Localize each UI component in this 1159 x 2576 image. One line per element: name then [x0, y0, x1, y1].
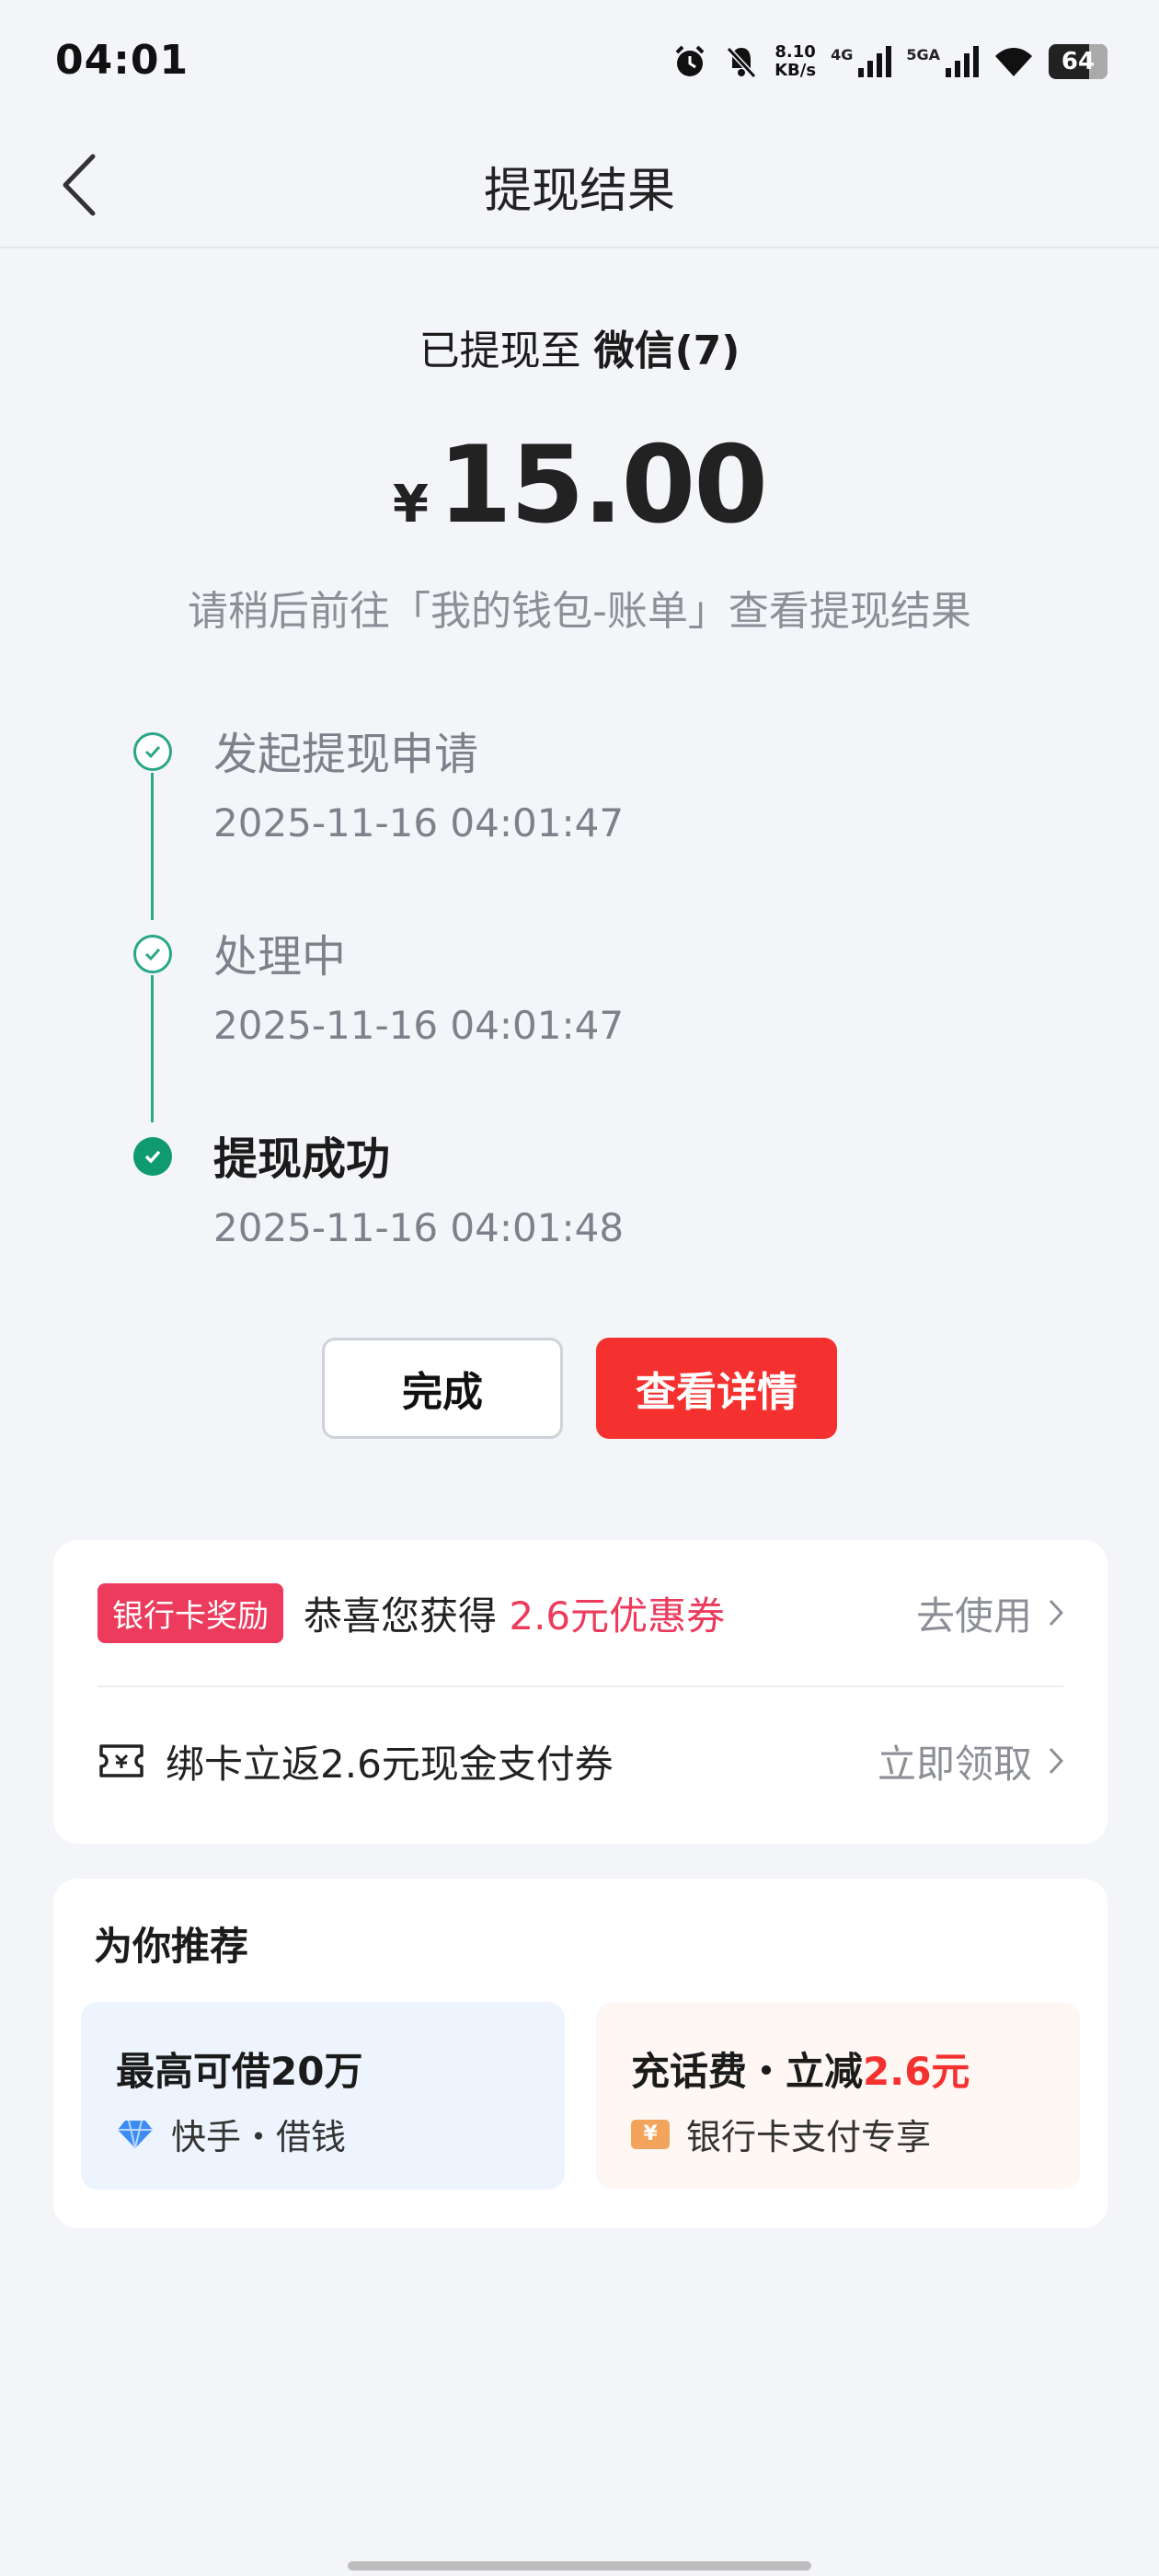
timeline-step: 提现成功 2025-11-16 04:01:48: [129, 1122, 957, 1279]
tile-title-highlight: 2.6元: [863, 2049, 970, 2094]
tile-subtitle-text: 银行卡支付专享: [686, 2117, 932, 2157]
bind-card-text: 绑卡立返2.6元现金支付券: [166, 1741, 614, 1787]
back-arrow-icon: [63, 154, 96, 216]
net-speed: 8.10 KB/s: [775, 43, 816, 80]
ticket-icon: [99, 1744, 143, 1777]
chevron-right-icon: [1049, 1599, 1063, 1627]
claim-link[interactable]: 立即领取: [878, 1733, 1063, 1789]
signal-5ga-icon: 5GA: [906, 46, 979, 77]
step-title: 提现成功: [213, 1133, 391, 1185]
step-time: 2025-11-16 04:01:47: [213, 1003, 625, 1048]
reward-tag: 银行卡奖励: [98, 1582, 283, 1643]
use-coupon-link[interactable]: 去使用: [916, 1585, 1063, 1641]
check-icon: [133, 935, 172, 973]
tile-subtitle-text: 快手・借钱: [171, 2117, 347, 2157]
step-time: 2025-11-16 04:01:48: [213, 1205, 625, 1250]
signal-4g-label: 4G: [831, 46, 854, 63]
signal-5ga-label: 5GA: [906, 46, 940, 63]
back-button[interactable]: [37, 144, 120, 226]
check-icon: [133, 732, 172, 771]
battery-icon: 64: [1049, 44, 1107, 79]
use-coupon-label: 去使用: [915, 1593, 1032, 1639]
progress-timeline: 发起提现申请 2025-11-16 04:01:47 处理中 2025-11-1…: [129, 718, 957, 1270]
bind-card-row[interactable]: 绑卡立返2.6元现金支付券 立即领取: [98, 1687, 1063, 1834]
alarm-icon: [675, 45, 705, 76]
reward-text: 恭喜您获得 2.6元优惠券: [304, 1585, 725, 1641]
timeline-step: 发起提现申请 2025-11-16 04:01:47: [129, 718, 957, 874]
coupon-reward-row[interactable]: 银行卡奖励 恭喜您获得 2.6元优惠券 去使用: [98, 1540, 1063, 1687]
amount-value: 15.00: [438, 423, 768, 547]
action-buttons: 完成 查看详情: [0, 1338, 1159, 1439]
status-bar: 04:01 8.10 KB/s 4G 5GA 64: [0, 0, 1159, 123]
step-title: 处理中: [213, 931, 347, 983]
nav-bar: 提现结果: [0, 123, 1159, 248]
status-icons: 8.10 KB/s 4G 5GA 64: [671, 39, 1107, 85]
tile-title: 最高可借20万: [116, 2049, 363, 2094]
done-button[interactable]: 完成: [322, 1338, 563, 1439]
step-title: 发起提现申请: [213, 729, 479, 780]
tile-title: 充话费・立减2.6元: [631, 2041, 970, 2097]
net-speed-unit: KB/s: [775, 61, 817, 80]
coupon-icon: ¥: [631, 2119, 670, 2149]
mute-bell-icon: [726, 46, 757, 79]
tile-title-prefix: 充话费・立减: [631, 2049, 864, 2094]
status-time: 04:01: [55, 37, 189, 84]
home-indicator[interactable]: [348, 2561, 811, 2570]
chevron-right-icon: [1049, 1747, 1063, 1775]
loan-tile[interactable]: 最高可借20万 快手・借钱: [81, 2002, 565, 2190]
timeline-step: 处理中 2025-11-16 04:01:47: [129, 920, 957, 1076]
reward-amount: 2.6元优惠券: [509, 1593, 726, 1639]
destination-account: 微信(7): [593, 328, 740, 374]
check-filled-icon: [133, 1137, 172, 1176]
destination-prefix: 已提现至: [419, 328, 594, 374]
battery-level: 64: [1061, 48, 1096, 75]
result-hint: 请稍后前往「我的钱包-账单」查看提现结果: [188, 588, 971, 635]
signal-4g-icon: 4G: [831, 46, 892, 77]
reward-card: 银行卡奖励 恭喜您获得 2.6元优惠券 去使用 绑卡立返2.6元现金支付券 立即…: [53, 1540, 1107, 1844]
step-time: 2025-11-16 04:01:47: [213, 800, 625, 845]
phone-bill-tile[interactable]: 充话费・立减2.6元 ¥ 银行卡支付专享: [596, 2002, 1080, 2190]
withdraw-amount: ¥ 15.00: [0, 432, 1159, 539]
withdraw-destination: 已提现至 微信(7): [0, 317, 1159, 376]
recommend-card: 为你推荐 最高可借20万 快手・借钱 充话费・立减2.6元 ¥ 银行卡支付专享: [53, 1879, 1107, 2228]
wifi-icon: [995, 48, 1032, 76]
recommend-title: 为你推荐: [94, 1924, 249, 1969]
currency-symbol: ¥: [393, 475, 430, 535]
reward-text-prefix: 恭喜您获得: [304, 1593, 510, 1639]
net-speed-value: 8.10: [775, 42, 816, 62]
page-title: 提现结果: [483, 163, 675, 219]
diamond-icon: [118, 2120, 153, 2148]
claim-label: 立即领取: [877, 1741, 1032, 1787]
view-detail-button[interactable]: 查看详情: [596, 1338, 837, 1439]
tile-subtitle: 快手・借钱: [116, 2109, 346, 2159]
tile-subtitle: ¥ 银行卡支付专享: [631, 2109, 931, 2159]
